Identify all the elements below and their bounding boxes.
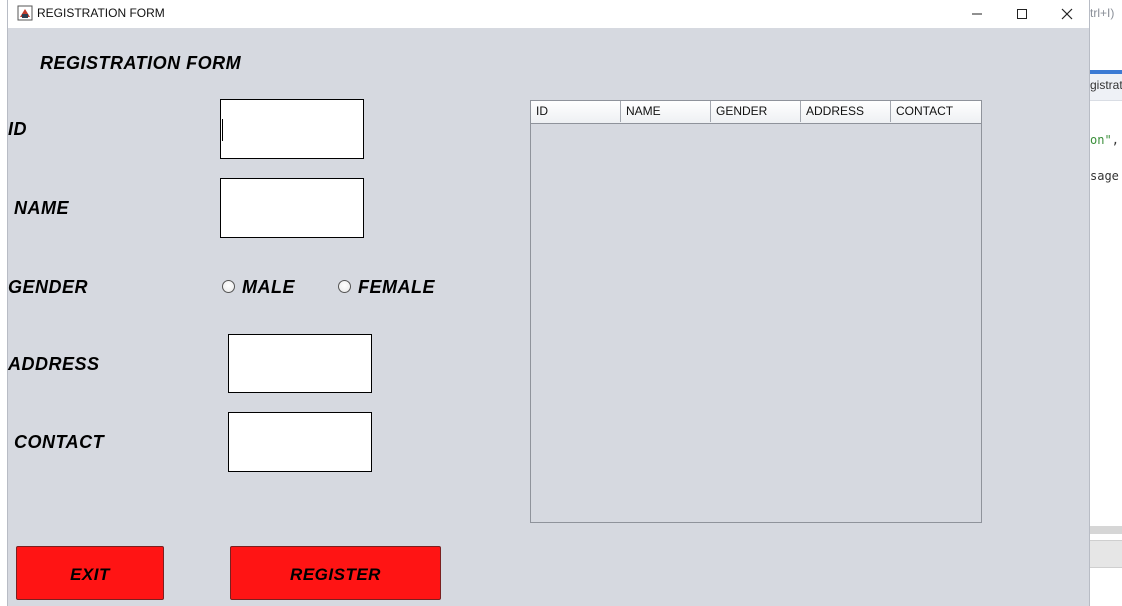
registrations-table[interactable]: ID NAME GENDER ADDRESS CONTACT [530,100,982,523]
contact-label: CONTACT [14,432,105,452]
background-shortcut-hint: trl+I) [1090,6,1115,20]
java-app-icon [17,5,33,21]
female-radio[interactable] [338,280,351,293]
id-label: ID [8,119,27,139]
title-bar: REGISTRATION FORM [8,0,1089,28]
address-field[interactable] [228,334,372,393]
exit-button[interactable]: EXIT [16,546,164,600]
column-header-contact[interactable]: CONTACT [891,101,981,122]
table-header: ID NAME GENDER ADDRESS CONTACT [531,101,981,124]
background-tab-label: gistrati [1090,78,1122,92]
column-header-name[interactable]: NAME [621,101,711,122]
gender-label: GENDER [8,277,89,297]
column-header-address[interactable]: ADDRESS [801,101,891,122]
registration-window: REGISTRATION FORM REGISTRATION FORM ID N… [8,0,1089,606]
register-button-label: REGISTER [290,565,381,584]
contact-field[interactable] [228,412,372,472]
minimize-icon [972,13,982,15]
close-icon [1061,8,1073,20]
text-caret [222,119,223,141]
column-header-gender[interactable]: GENDER [711,101,801,122]
background-ide-window: trl+I) gistrati on", sage [1088,0,1122,606]
code-punct: , [1111,133,1119,147]
name-field[interactable] [220,178,364,238]
id-field[interactable] [220,99,364,159]
name-label: NAME [14,198,69,218]
register-button[interactable]: REGISTER [230,546,441,600]
close-button[interactable] [1044,0,1090,28]
background-scrollbar [1088,526,1122,534]
background-code-line: on", [1090,133,1119,147]
male-radio-label[interactable]: MALE [242,277,295,298]
exit-button-label: EXIT [70,565,110,584]
maximize-button[interactable] [999,0,1045,28]
window-title: REGISTRATION FORM [37,6,165,20]
background-tab-strip: gistrati [1088,74,1122,101]
address-label: ADDRESS [8,354,100,374]
form-heading: REGISTRATION FORM [40,53,242,73]
background-code-line: sage [1090,169,1119,183]
female-radio-label[interactable]: FEMALE [358,277,435,298]
maximize-icon [1017,9,1027,19]
minimize-button[interactable] [954,0,1000,28]
code-string: on" [1090,133,1112,147]
male-radio[interactable] [222,280,235,293]
background-panel-bar [1088,540,1122,568]
column-header-id[interactable]: ID [531,101,621,122]
